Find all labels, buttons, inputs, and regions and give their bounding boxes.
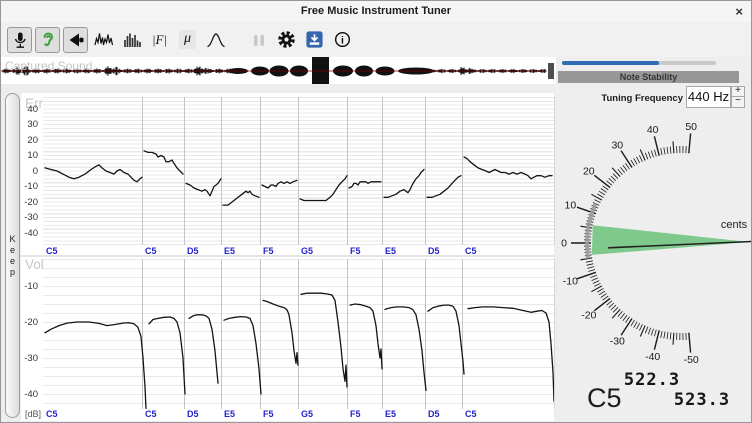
frequency-decrement-button[interactable]: − xyxy=(731,97,745,108)
tuner-window: Free Music Instrument Tuner × xyxy=(0,0,752,423)
axis-tick-label: 40 xyxy=(17,104,38,115)
note-label: C5 xyxy=(465,246,477,256)
svg-text:i: i xyxy=(341,35,344,46)
keep-button-label: Keep xyxy=(8,234,18,278)
note-label: E5 xyxy=(385,409,396,419)
svg-text:0: 0 xyxy=(561,238,567,250)
note-label: C5 xyxy=(145,246,157,256)
pause-button[interactable] xyxy=(246,27,271,53)
svg-text:-20: -20 xyxy=(581,310,596,322)
note-label: C5 xyxy=(145,409,157,419)
spectrum-bars-icon xyxy=(122,30,142,50)
note-stability-header: Note Stability xyxy=(558,71,739,83)
title-bar: Free Music Instrument Tuner × xyxy=(1,1,751,23)
waveform-position-handle[interactable] xyxy=(548,63,554,79)
current-frequency-readout: 523.3 xyxy=(671,390,733,410)
gauge-unit-label: cents xyxy=(721,219,748,231)
mu-view-button[interactable]: μ xyxy=(175,27,200,53)
error-plot xyxy=(43,97,555,245)
about-button[interactable]: i xyxy=(330,27,355,53)
spectrum-view-button[interactable] xyxy=(119,27,144,53)
note-label: D5 xyxy=(187,409,199,419)
microphone-icon xyxy=(10,30,30,50)
tuning-frequency-label: Tuning Frequency xyxy=(558,93,683,104)
fourier-view-button[interactable]: |F| xyxy=(147,27,172,53)
listen-button[interactable] xyxy=(35,27,60,53)
fourier-icon: |F| xyxy=(152,32,167,48)
svg-text:40: 40 xyxy=(647,124,659,136)
axis-tick-label: -20 xyxy=(17,317,38,328)
volume-plot-svg xyxy=(43,259,554,409)
note-label: F5 xyxy=(263,409,274,419)
axis-tick-label: -20 xyxy=(17,197,38,208)
note-label: E5 xyxy=(385,246,396,256)
axis-tick-label: 30 xyxy=(17,119,38,130)
note-label: F5 xyxy=(263,246,274,256)
svg-text:-30: -30 xyxy=(610,336,625,348)
info-icon: i xyxy=(333,30,352,49)
axis-tick-label: -40 xyxy=(17,228,38,239)
captured-sound-label: Captured Sound xyxy=(5,59,92,73)
toolbar: |F| μ xyxy=(1,22,751,57)
settings-button[interactable] xyxy=(274,27,299,53)
note-label: C5 xyxy=(46,409,58,419)
tuning-frequency-value[interactable]: 440 Hz xyxy=(686,86,731,108)
axis-tick-label: 20 xyxy=(17,135,38,146)
note-label: D5 xyxy=(428,246,440,256)
note-label: C5 xyxy=(46,246,58,256)
axis-tick-label: -10 xyxy=(17,181,38,192)
note-label: D5 xyxy=(428,409,440,419)
note-label: D5 xyxy=(187,246,199,256)
note-label: G5 xyxy=(301,246,313,256)
note-stability-progress-fill xyxy=(562,61,659,65)
axis-tick-label: 0 xyxy=(17,166,38,177)
axis-tick-label: -30 xyxy=(17,212,38,223)
note-stability-progress xyxy=(562,61,716,65)
bell-curve-icon xyxy=(206,30,226,50)
distribution-view-button[interactable] xyxy=(203,27,228,53)
note-label: E5 xyxy=(224,246,235,256)
axis-tick-label: -30 xyxy=(17,353,38,364)
save-icon xyxy=(305,30,324,49)
svg-text:-40: -40 xyxy=(645,351,660,363)
microphone-button[interactable] xyxy=(7,27,32,53)
svg-text:20: 20 xyxy=(583,166,595,178)
note-label: G5 xyxy=(301,409,313,419)
note-label: C5 xyxy=(465,409,477,419)
svg-text:10: 10 xyxy=(565,199,577,211)
waveform-view-button[interactable] xyxy=(91,27,116,53)
error-plot-svg xyxy=(43,97,554,245)
volume-plot xyxy=(43,259,555,409)
svg-text:30: 30 xyxy=(611,139,623,151)
volume-unit-label: [dB] xyxy=(17,409,41,419)
note-label: F5 xyxy=(350,409,361,419)
axis-tick-label: -40 xyxy=(17,389,38,400)
ear-icon xyxy=(38,30,58,50)
axis-tick-label: 10 xyxy=(17,150,38,161)
svg-text:50: 50 xyxy=(685,121,697,133)
close-icon[interactable]: × xyxy=(735,4,743,19)
speaker-db-icon xyxy=(66,30,86,50)
detected-note-readout: C5 xyxy=(587,383,622,414)
tuning-frequency-spinner: + − xyxy=(731,86,745,108)
playback-button[interactable] xyxy=(63,27,88,53)
svg-text:-10: -10 xyxy=(563,276,578,288)
save-button[interactable] xyxy=(302,27,327,53)
axis-tick-label: -10 xyxy=(17,281,38,292)
pause-icon xyxy=(249,30,269,50)
note-label: E5 xyxy=(224,409,235,419)
svg-text:-50: -50 xyxy=(684,354,699,366)
mu-icon: μ xyxy=(179,30,196,49)
note-label: F5 xyxy=(350,246,361,256)
gear-icon xyxy=(276,29,297,50)
window-title: Free Music Instrument Tuner xyxy=(1,5,751,17)
cents-gauge: -50 -40 -30 -20 -10 0 10 20 30 40 50 cents xyxy=(558,109,752,371)
waveform-icon xyxy=(94,30,114,50)
